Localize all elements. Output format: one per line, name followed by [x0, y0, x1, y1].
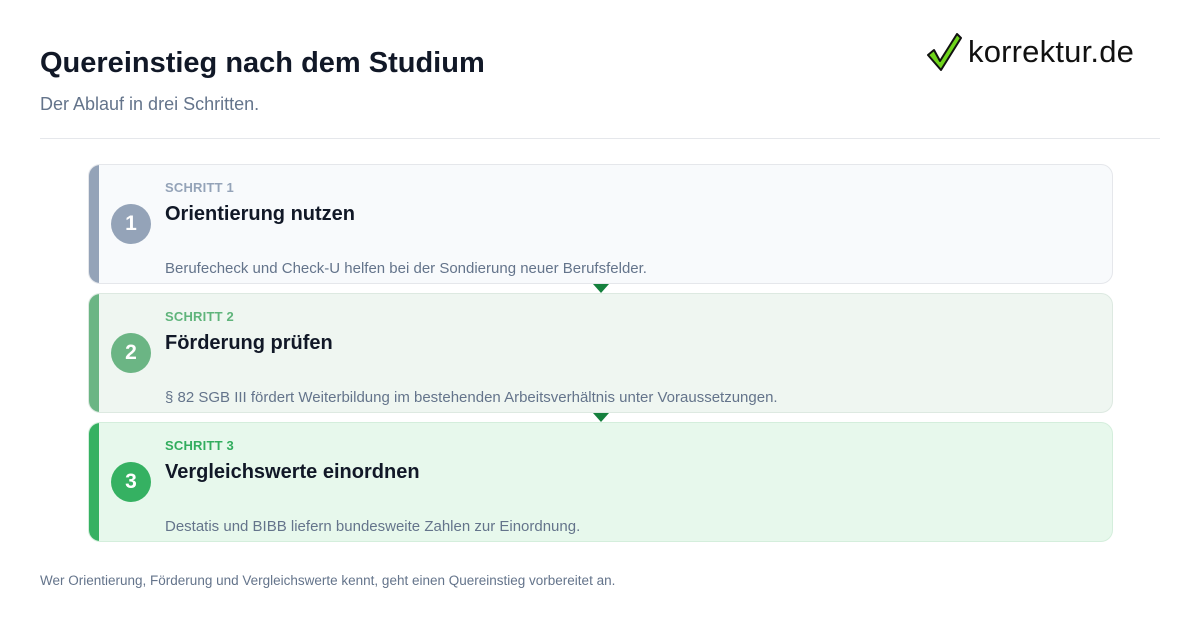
arrow-down-icon: [593, 413, 609, 422]
step-label: SCHRITT 2: [165, 309, 234, 324]
step-number-badge: 2: [111, 333, 151, 373]
checkmark-icon: [927, 33, 962, 71]
page-subtitle: Der Ablauf in drei Schritten.: [40, 94, 260, 114]
page-title: Quereinstieg nach dem Studium: [40, 47, 485, 79]
step-accent-bar: [89, 294, 99, 412]
logo-text: korrektur.de: [968, 34, 1135, 69]
step-card-3: 3 SCHRITT 3 Vergleichswerte einordnen De…: [88, 422, 1113, 542]
step-title: Vergleichswerte einordnen: [165, 461, 420, 483]
step-number-badge: 3: [111, 462, 151, 502]
step-label: SCHRITT 3: [165, 438, 234, 453]
step-accent-bar: [89, 423, 99, 541]
footer-note: Wer Orientierung, Förderung und Vergleic…: [40, 573, 616, 588]
step-card-1: 1 SCHRITT 1 Orientierung nutzen Berufech…: [88, 164, 1113, 284]
step-accent-bar: [89, 165, 99, 283]
step-description: Destatis und BIBB liefern bundesweite Za…: [165, 518, 581, 535]
logo[interactable]: korrektur.de: [926, 30, 1134, 74]
step-number-badge: 1: [111, 204, 151, 244]
page: Quereinstieg nach dem Studium Der Ablauf…: [0, 0, 1200, 630]
arrow-down-icon: [593, 284, 609, 293]
step-label: SCHRITT 1: [165, 180, 234, 195]
step-description: § 82 SGB III fördert Weiterbildung im be…: [165, 389, 778, 406]
step-title: Orientierung nutzen: [165, 203, 355, 225]
step-title: Förderung prüfen: [165, 332, 333, 354]
step-card-2: 2 SCHRITT 2 Förderung prüfen § 82 SGB II…: [88, 293, 1113, 413]
header-divider: [40, 138, 1160, 139]
step-description: Berufecheck und Check-U helfen bei der S…: [165, 260, 647, 277]
